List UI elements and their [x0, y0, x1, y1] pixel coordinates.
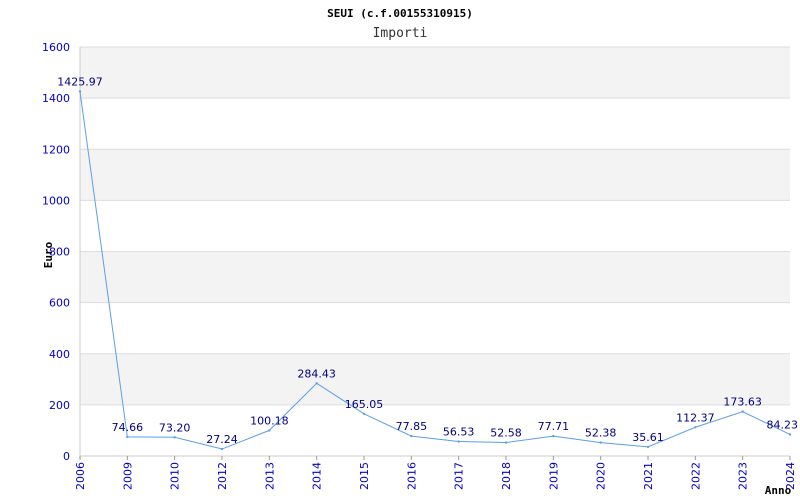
data-label: 77.71 [538, 420, 570, 433]
data-point [126, 435, 129, 439]
y-tick-label: 0 [63, 450, 70, 463]
grid-band [80, 98, 790, 150]
data-label: 74.66 [112, 421, 144, 434]
x-tick-label: 2010 [169, 462, 182, 490]
data-label: 84.23 [767, 418, 799, 431]
x-tick-label: 2017 [453, 462, 466, 490]
line-chart: 02004006008001000120014001600 2006 2009 20… [42, 7, 799, 497]
data-label: 77.85 [396, 420, 428, 433]
x-tick-label: 2018 [500, 462, 513, 490]
data-label: 112.37 [676, 411, 715, 424]
grid-band [80, 200, 790, 252]
y-tick-label: 600 [49, 297, 70, 310]
x-axis-label: Anno [765, 484, 792, 497]
data-label: 173.63 [723, 396, 762, 409]
x-tick-label: 2009 [121, 462, 134, 490]
data-label: 27.24 [206, 433, 238, 446]
data-label: 52.58 [490, 427, 522, 440]
x-tick-labels: 2006 2009 2010 2012 2013 2014 2015 2016 2017 2018… [74, 456, 797, 490]
x-tick-label: 2019 [547, 462, 560, 490]
data-label: 100.18 [250, 414, 289, 427]
data-point [694, 426, 697, 429]
grid-band [80, 302, 790, 354]
x-tick-label: 2022 [689, 462, 702, 490]
y-tick-label: 1000 [42, 194, 70, 207]
y-tick-label: 1600 [42, 41, 70, 54]
data-point [220, 447, 224, 451]
y-tick-label: 400 [49, 348, 70, 361]
grid-band [80, 353, 790, 405]
data-label: 1425.97 [57, 75, 103, 88]
data-label: 73.20 [159, 421, 191, 434]
x-tick-label: 2021 [642, 462, 655, 490]
x-tick-label: 2013 [263, 462, 276, 490]
data-point [362, 412, 366, 416]
chart-subtitle: Importi [373, 26, 428, 41]
data-label: 165.05 [345, 398, 384, 411]
grid-band [80, 251, 790, 303]
chart-title: SEUI (c.f.00155310915) [327, 7, 473, 20]
x-tick-label: 2014 [311, 462, 324, 490]
y-tick-label: 200 [49, 399, 70, 412]
data-point [741, 410, 744, 413]
grid-band [80, 47, 790, 99]
data-point [788, 433, 792, 436]
data-label: 284.43 [297, 367, 336, 380]
data-point [646, 445, 650, 449]
data-point [315, 382, 318, 385]
x-tick-label: 2023 [737, 462, 750, 490]
x-tick-label: 2016 [405, 462, 418, 490]
x-tick-label: 2020 [595, 462, 608, 490]
x-tick-label: 2012 [216, 462, 229, 490]
y-axis-label: Euro [42, 241, 55, 268]
data-point [599, 441, 602, 444]
data-label: 52.38 [585, 427, 617, 440]
data-point [410, 434, 413, 438]
data-label: 56.53 [443, 426, 475, 439]
y-tick-label: 1200 [42, 143, 70, 156]
data-point [457, 440, 460, 443]
data-point [268, 429, 271, 432]
grid-band [80, 149, 790, 201]
data-point [173, 436, 176, 439]
y-tick-label: 1400 [42, 92, 70, 105]
x-tick-label: 2006 [74, 462, 87, 490]
data-point [552, 434, 555, 438]
x-tick-label: 2015 [358, 462, 371, 490]
data-label: 35.61 [632, 431, 664, 444]
data-point [78, 90, 82, 93]
data-point [504, 441, 508, 444]
